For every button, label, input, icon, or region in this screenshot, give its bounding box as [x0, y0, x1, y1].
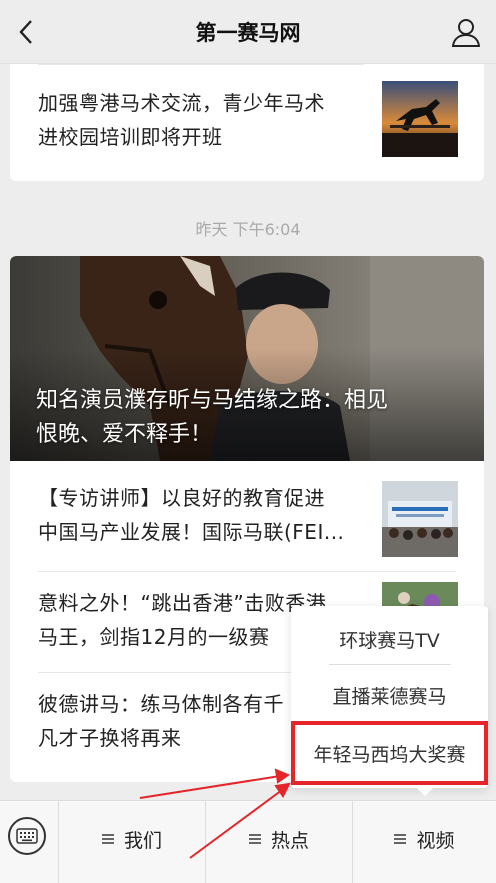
tab-label: 视频 [416, 829, 455, 852]
article-card[interactable]: 加强粤港马术交流，青少年马术 进校园培训即将开班 [10, 64, 484, 181]
article-title-line: 凡才子换将再来 [38, 726, 182, 750]
divider [329, 664, 451, 665]
article-title-line: 彼德讲马：练马体制各有千 [38, 692, 284, 716]
menu-item-global-racing-tv[interactable]: 环球赛马TV [291, 626, 488, 653]
tab-label: 热点 [270, 829, 309, 852]
popup-pointer [415, 786, 435, 796]
tab-hot[interactable]: 热点 [206, 801, 352, 877]
menu-lines-icon [248, 834, 261, 844]
tab-label: 我们 [123, 829, 162, 852]
hero-title-line: 知名演员濮存昕与马结缘之路：相见 [36, 388, 389, 413]
article-thumbnail [382, 481, 458, 557]
keyboard-toggle-button[interactable] [8, 817, 46, 855]
article-title-line: 意料之外！“跳出香港”击败香港 [38, 591, 327, 615]
menu-lines-icon [101, 834, 114, 844]
list-item[interactable]: 【专访讲师】以良好的教育促进 中国马产业发展！国际马联(FEI... [10, 461, 484, 571]
keyboard-icon [16, 828, 38, 844]
tab-about-us[interactable]: 我们 [59, 801, 205, 877]
article-thumbnail [382, 81, 458, 157]
article-title-line: 【专访讲师】以良好的教育促进 [38, 486, 325, 510]
hero-title-line: 恨晚、爱不释手！ [36, 422, 213, 447]
menu-lines-icon [394, 834, 407, 844]
menu-item-live-ryder-racing[interactable]: 直播莱德赛马 [291, 682, 488, 709]
chevron-left-icon [19, 20, 32, 44]
person-icon [451, 19, 481, 47]
article-title-line: 加强粤港马术交流，青少年马术 [38, 91, 325, 115]
divider [38, 64, 364, 65]
article-title-line: 进校园培训即将开班 [38, 125, 223, 149]
highlight-box [291, 721, 488, 785]
timestamp: 昨天 下午6:04 [195, 220, 301, 239]
article-title-line: 马王，剑指12月的一级赛 [38, 625, 270, 649]
page-title: 第一赛马网 [195, 20, 301, 45]
back-button[interactable] [12, 18, 40, 46]
nav-bar: 第一赛马网 [0, 0, 496, 64]
bottom-menu-bar: 我们 热点 视频 [0, 800, 496, 883]
tab-video[interactable]: 视频 [353, 801, 496, 877]
hero-article[interactable]: 知名演员濮存昕与马结缘之路：相见 恨晚、爱不释手！ [10, 256, 484, 461]
profile-button[interactable] [450, 16, 482, 48]
article-title-line: 中国马产业发展！国际马联(FEI... [38, 520, 345, 544]
